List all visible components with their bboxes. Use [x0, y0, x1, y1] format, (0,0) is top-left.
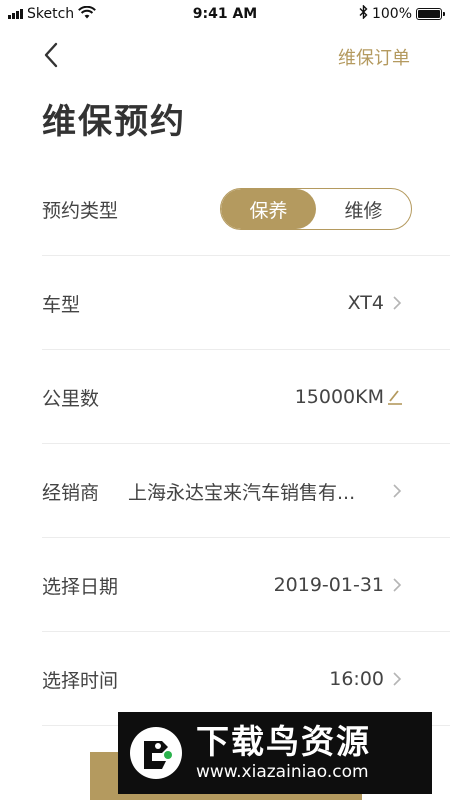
- service-type-toggle: 保养 维修: [220, 188, 412, 230]
- watermark-banner: 下载鸟资源 www.xiazainiao.com: [118, 712, 432, 794]
- date-value: 2019-01-31: [273, 574, 384, 596]
- watermark-url: www.xiazainiao.com: [196, 762, 369, 782]
- dealer-label: 经销商: [42, 481, 100, 504]
- battery-icon: [416, 8, 445, 20]
- bird-logo-icon: [128, 725, 184, 781]
- chevron-right-icon: [393, 672, 402, 686]
- status-bar: Sketch 9:41 AM 100%: [0, 0, 450, 28]
- car-model-value: XT4: [347, 292, 384, 314]
- time-label: 选择时间: [42, 669, 119, 692]
- carrier-name: Sketch: [27, 6, 75, 22]
- mileage-label: 公里数: [42, 387, 100, 410]
- edit-icon[interactable]: [386, 388, 404, 406]
- car-model-row[interactable]: 车型 XT4: [42, 256, 450, 350]
- mileage-row[interactable]: 公里数 15000KM: [42, 350, 450, 444]
- time-value: 16:00: [329, 668, 384, 690]
- car-model-label: 车型: [42, 293, 81, 316]
- orders-link[interactable]: 维保订单: [338, 44, 410, 70]
- signal-icon: [8, 9, 23, 19]
- watermark-text: 下载鸟资源 www.xiazainiao.com: [196, 723, 371, 783]
- repair-option[interactable]: 维修: [316, 189, 411, 229]
- chevron-right-icon: [393, 296, 402, 310]
- chevron-right-icon: [393, 578, 402, 592]
- service-type-label: 预约类型: [42, 199, 119, 222]
- status-right: 100%: [359, 4, 445, 23]
- battery-percent: 100%: [371, 6, 412, 22]
- maintenance-option[interactable]: 保养: [221, 189, 316, 229]
- date-label: 选择日期: [42, 575, 119, 598]
- page-title: 维保预约: [42, 102, 186, 142]
- back-button[interactable]: [38, 38, 68, 72]
- bluetooth-icon: [359, 4, 368, 23]
- nav-bar: 维保订单: [0, 30, 450, 80]
- wifi-icon: [78, 5, 97, 23]
- status-left: Sketch: [8, 5, 97, 23]
- chevron-left-icon: [44, 42, 58, 68]
- date-row[interactable]: 选择日期 2019-01-31: [42, 538, 450, 632]
- mileage-value: 15000KM: [294, 386, 384, 408]
- watermark-title: 下载鸟资源: [196, 722, 371, 761]
- dealer-value: 上海永达宝来汽车销售有...: [128, 481, 356, 504]
- dealer-row[interactable]: 经销商 上海永达宝来汽车销售有...: [42, 444, 450, 538]
- booking-form: 预约类型 保养 维修 车型 XT4 公里数 15000KM 经销商 上海永达宝来…: [42, 162, 450, 726]
- chevron-right-icon: [393, 484, 402, 498]
- service-type-row: 预约类型 保养 维修: [42, 162, 450, 256]
